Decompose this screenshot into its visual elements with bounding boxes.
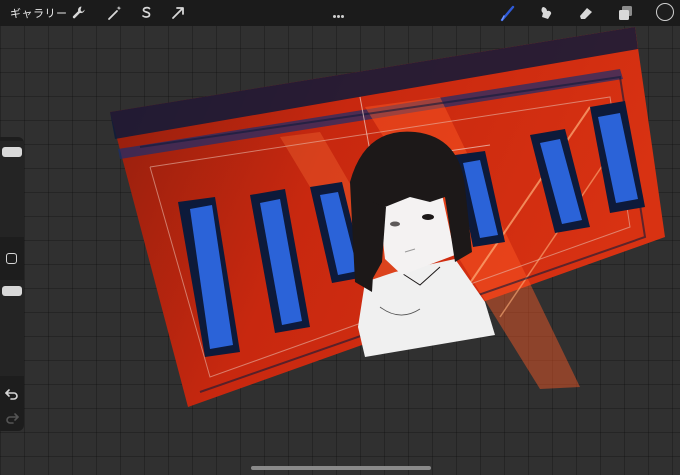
more-options-icon[interactable] [333, 3, 349, 18]
smudge-icon[interactable] [538, 4, 556, 22]
layers-icon[interactable] [617, 4, 635, 22]
transform-arrow-icon[interactable] [169, 4, 187, 22]
opacity-slider-thumb[interactable] [2, 286, 22, 297]
eraser-icon[interactable] [577, 4, 595, 22]
eyedropper-modify-button[interactable] [6, 253, 17, 264]
opacity-slider[interactable] [0, 280, 24, 376]
gallery-button[interactable]: ギャラリー [10, 5, 68, 21]
color-picker-swatch[interactable] [656, 3, 674, 21]
wrench-icon[interactable] [70, 4, 88, 22]
top-toolbar: ギャラリー [0, 0, 680, 26]
artwork-illustration [110, 27, 665, 407]
home-indicator[interactable] [251, 466, 431, 470]
drawing-canvas[interactable] [110, 27, 680, 412]
brush-size-slider[interactable] [0, 141, 24, 237]
undo-icon[interactable] [4, 386, 20, 402]
brush-icon[interactable] [499, 4, 517, 22]
selection-icon[interactable] [137, 4, 155, 22]
brush-size-slider-thumb[interactable] [2, 147, 22, 158]
magic-wand-icon[interactable] [106, 4, 124, 22]
redo-icon[interactable] [4, 410, 20, 426]
left-sidebar [0, 137, 24, 431]
